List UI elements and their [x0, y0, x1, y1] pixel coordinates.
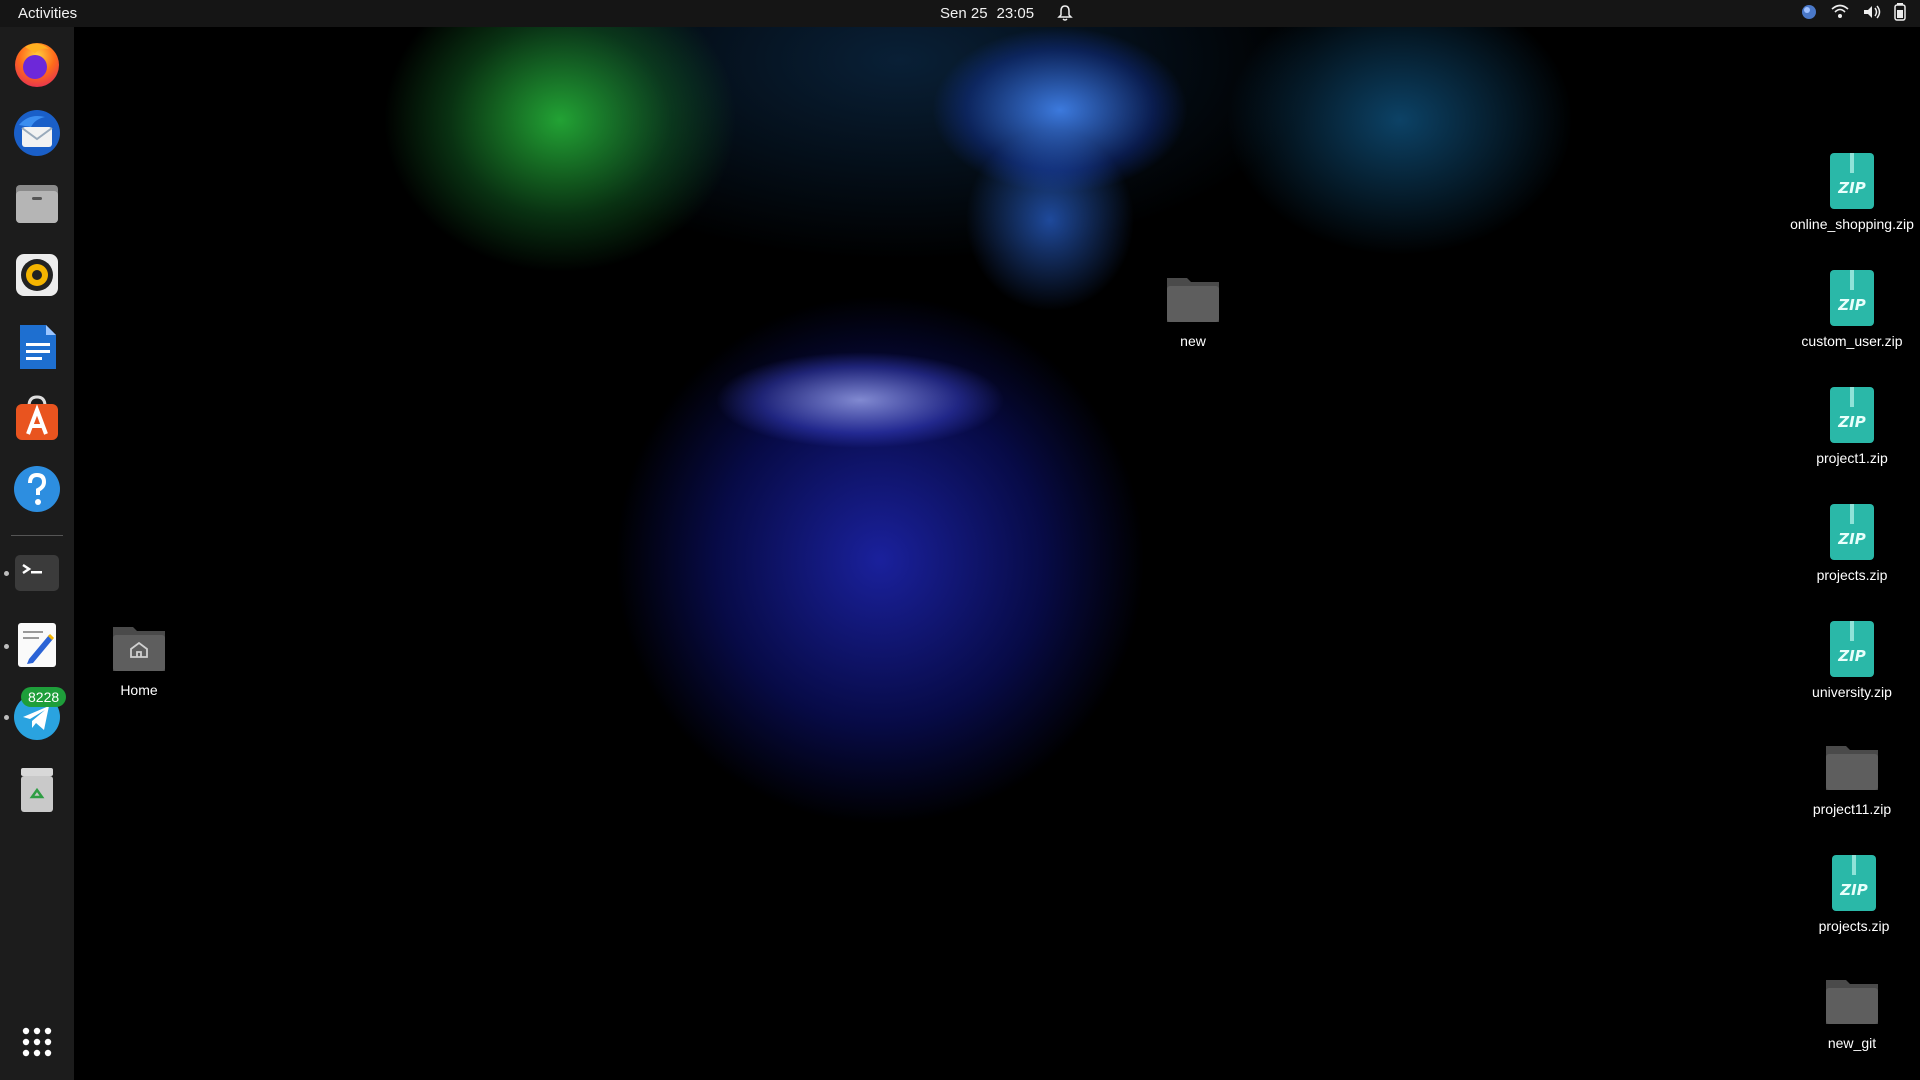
- clock-time: 23:05: [996, 5, 1035, 22]
- dock-thunderbird[interactable]: [11, 107, 63, 159]
- svg-text:ZIP: ZIP: [1837, 413, 1865, 431]
- svg-text:ZIP: ZIP: [1839, 881, 1867, 899]
- activities-button[interactable]: Activities: [10, 0, 85, 27]
- running-indicator: [4, 644, 9, 649]
- dock-firefox[interactable]: [11, 37, 63, 89]
- desktop-folder-new-git[interactable]: new_git: [1787, 968, 1917, 1052]
- top-bar: Activities Sen 25 23:05: [0, 0, 1920, 27]
- desktop-icon-label: custom_user.zip: [1801, 333, 1903, 349]
- dock-files[interactable]: [11, 177, 63, 229]
- dock-separator: [11, 535, 63, 536]
- desktop-home-folder[interactable]: Home: [74, 615, 204, 699]
- dock-text-editor[interactable]: [11, 619, 63, 671]
- terminal-icon: [15, 555, 59, 591]
- volume-icon[interactable]: [1862, 3, 1882, 25]
- clock-date: Sen 25: [940, 5, 988, 22]
- desktop-file-custom-user-zip[interactable]: ZIP custom_user.zip: [1787, 266, 1917, 350]
- files-icon: [16, 185, 58, 223]
- svg-text:ZIP: ZIP: [1837, 647, 1865, 665]
- zip-icon: ZIP: [1830, 153, 1874, 209]
- folder-icon: [1167, 278, 1219, 322]
- help-icon: [14, 466, 60, 512]
- dock-rhythmbox[interactable]: [11, 249, 63, 301]
- text-editor-icon: [18, 623, 56, 667]
- desktop-icon-label: project11.zip: [1812, 801, 1892, 817]
- dock-trash[interactable]: [11, 764, 63, 816]
- dock-help[interactable]: [11, 463, 63, 515]
- desktop-file-university-zip[interactable]: ZIP university.zip: [1787, 617, 1917, 701]
- desktop-icon-label: Home: [120, 682, 158, 698]
- desktop-folder-project11-zip[interactable]: project11.zip: [1787, 734, 1917, 818]
- app-grid-icon: [22, 1027, 52, 1057]
- zip-icon: ZIP: [1830, 270, 1874, 326]
- battery-icon[interactable]: [1894, 3, 1906, 25]
- dock-show-applications[interactable]: [11, 1016, 63, 1068]
- writer-icon: [20, 325, 56, 369]
- system-tray[interactable]: [1800, 3, 1906, 25]
- zip-icon: ZIP: [1830, 387, 1874, 443]
- desktop-icon-label: projects.zip: [1818, 918, 1890, 934]
- dock-writer[interactable]: [11, 321, 63, 373]
- desktop-icon-label: projects.zip: [1816, 567, 1888, 583]
- desktop-file-projects-zip[interactable]: ZIP projects.zip: [1787, 500, 1917, 584]
- home-folder-icon: [113, 627, 165, 671]
- dock-terminal[interactable]: [11, 547, 63, 599]
- clock-button[interactable]: Sen 25 23:05: [940, 0, 1034, 27]
- zip-icon: ZIP: [1830, 621, 1874, 677]
- firefox-icon: [15, 43, 59, 87]
- dock-software-center[interactable]: [11, 392, 63, 444]
- rhythmbox-icon: [16, 254, 58, 296]
- desktop-new-folder[interactable]: new: [1128, 266, 1258, 350]
- running-indicator: [4, 715, 9, 720]
- desktop-icon-label: online_shopping.zip: [1790, 216, 1914, 232]
- desktop-file-online-shopping-zip[interactable]: ZIP online_shopping.zip: [1787, 149, 1917, 233]
- vpn-globe-icon[interactable]: [1800, 3, 1818, 25]
- folder-icon: [1826, 746, 1878, 790]
- dock: 8228: [0, 27, 74, 1080]
- folder-icon: [1826, 980, 1878, 1024]
- svg-text:ZIP: ZIP: [1837, 179, 1865, 197]
- wifi-icon[interactable]: [1830, 3, 1850, 25]
- telegram-unread-badge: 8228: [21, 687, 67, 707]
- desktop-icon-label: new_git: [1827, 1035, 1877, 1051]
- trash-icon: [21, 768, 53, 812]
- desktop-icon-label: new: [1180, 333, 1206, 349]
- svg-text:ZIP: ZIP: [1837, 296, 1865, 314]
- desktop-file-projects-zip-2[interactable]: ZIP projects.zip: [1789, 851, 1919, 935]
- bell-icon[interactable]: [1056, 4, 1074, 22]
- desktop-file-project1-zip[interactable]: ZIP project1.zip: [1787, 383, 1917, 467]
- svg-text:ZIP: ZIP: [1837, 530, 1865, 548]
- desktop-icon-label: project1.zip: [1816, 450, 1888, 466]
- thunderbird-icon: [14, 110, 60, 156]
- zip-icon: ZIP: [1832, 855, 1876, 911]
- zip-icon: ZIP: [1830, 504, 1874, 560]
- wallpaper: [0, 0, 1920, 1080]
- desktop-screen: Activities Sen 25 23:05 8228 Home new ZI…: [0, 0, 1920, 1080]
- software-center-icon: [16, 395, 58, 440]
- running-indicator: [4, 571, 9, 576]
- desktop-icon-label: university.zip: [1812, 684, 1892, 700]
